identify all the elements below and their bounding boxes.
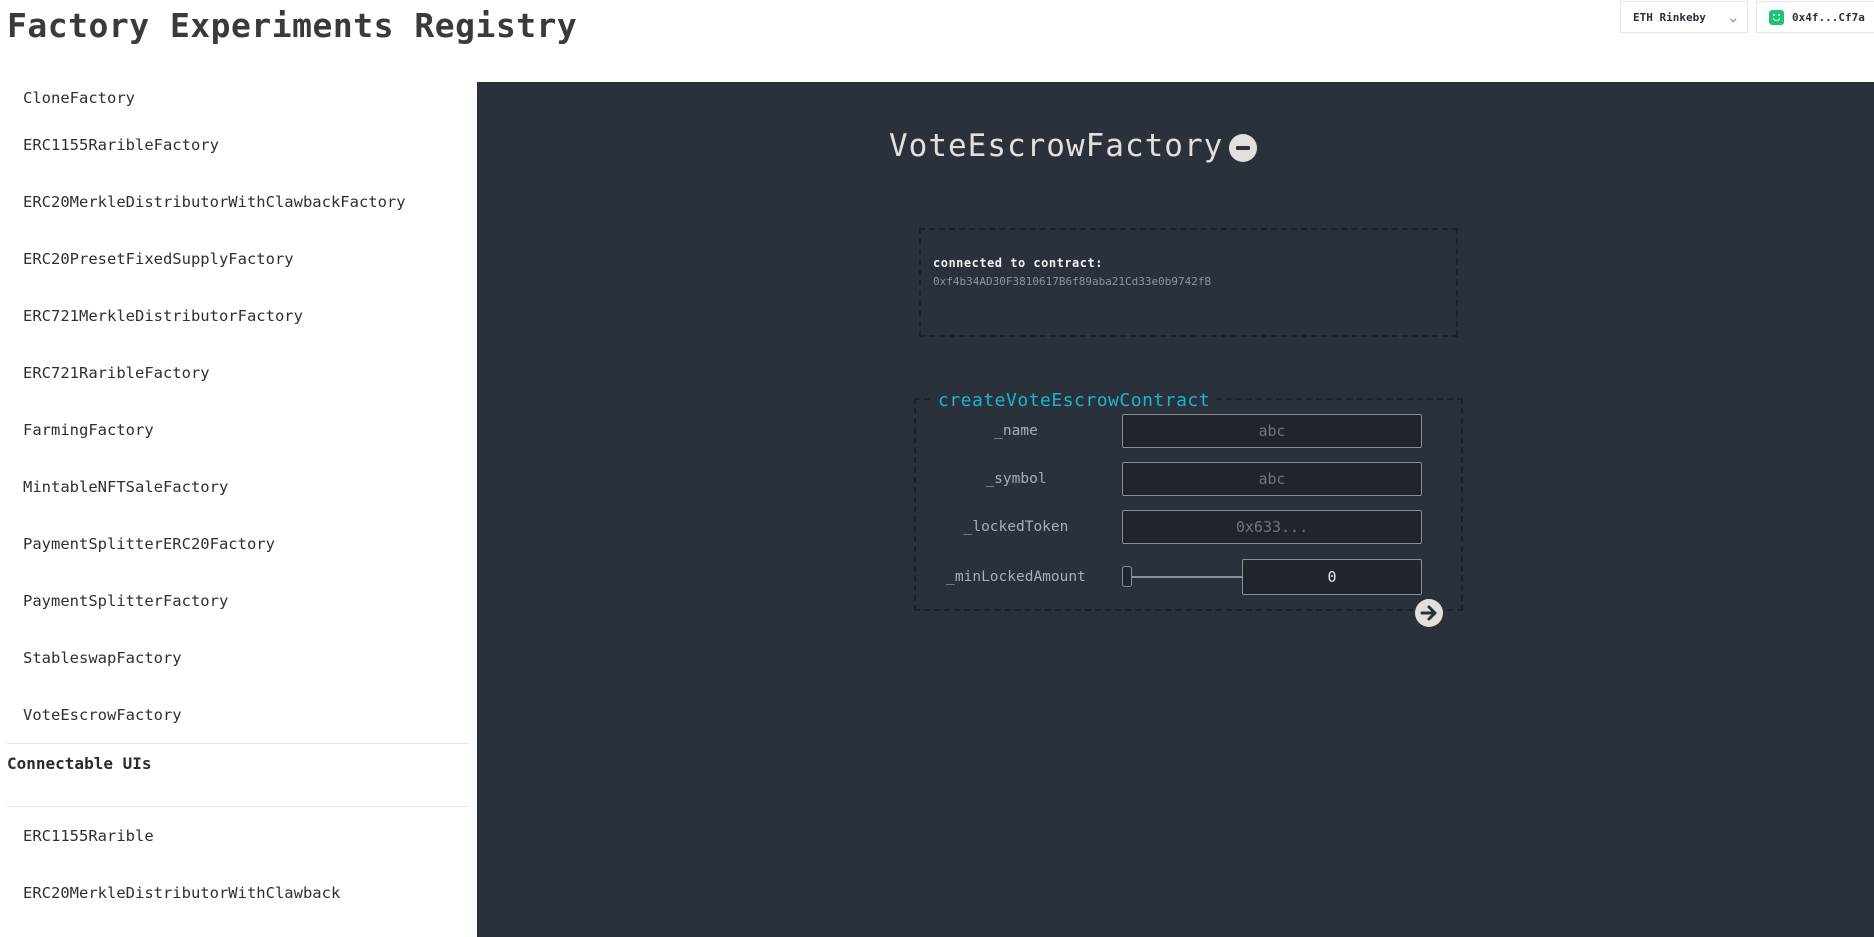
sidebar-item-payment-splitter-factory[interactable]: PaymentSplitterFactory [0, 572, 469, 629]
sidebar-edge [469, 82, 477, 937]
remove-circle-icon[interactable] [1229, 134, 1258, 162]
slider-thumb[interactable] [1122, 566, 1132, 587]
smiley-avatar-icon [1769, 9, 1784, 25]
sidebar-item-cloneFactory[interactable]: CloneFactory [0, 82, 469, 116]
account-address: 0x4f...Cf7a [1792, 10, 1865, 24]
factory-header: VoteEscrowFactory [889, 128, 1258, 164]
param-label: _minLockedAmount [946, 569, 1086, 585]
locked-token-input[interactable] [1122, 510, 1422, 544]
param-label: _lockedToken [963, 519, 1069, 535]
sidebar-item-vote-escrow-factory[interactable]: VoteEscrowFactory [0, 686, 469, 743]
name-input[interactable] [1122, 414, 1422, 448]
sidebar-item-erc1155-rarible-factory[interactable]: ERC1155RaribleFactory [0, 116, 469, 173]
connected-contract-box: connected to contract: 0xf4b34AD30F38106… [919, 228, 1458, 337]
sidebar-item-payment-splitter-erc20-factory[interactable]: PaymentSplitterERC20Factory [0, 515, 469, 572]
param-row: _name [916, 414, 1461, 448]
param-row: _lockedToken [916, 510, 1461, 544]
min-locked-amount-input[interactable] [1242, 559, 1422, 595]
network-label: ETH Rinkeby [1633, 10, 1706, 24]
sidebar-item-stableswap-factory[interactable]: StableswapFactory [0, 629, 469, 686]
sidebar-item-mintable-nft-sale-factory[interactable]: MintableNFTSaleFactory [0, 458, 469, 515]
sidebar-item-farming-factory[interactable]: FarmingFactory [0, 401, 469, 458]
function-name: createVoteEscrowContract [934, 390, 1215, 411]
function-form: createVoteEscrowContract _name _symbol _… [914, 390, 1463, 611]
param-row: _symbol [916, 462, 1461, 496]
network-select[interactable]: ETH Rinkeby ⌄ [1620, 1, 1748, 33]
app-title: Factory Experiments Registry [7, 6, 578, 45]
submit-arrow-button[interactable] [1415, 599, 1443, 627]
sidebar-item-erc20-merkle-clawback[interactable]: ERC20MerkleDistributorWithClawback [0, 864, 469, 921]
slider-track [1128, 576, 1242, 578]
sidebar-item-erc721-merkle-distributor-factory[interactable]: ERC721MerkleDistributorFactory [0, 287, 469, 344]
param-row: _minLockedAmount [916, 559, 1461, 595]
sidebar-item-erc1155-rarible[interactable]: ERC1155Rarible [0, 807, 469, 864]
contract-address: 0xf4b34AD30F3810617B6f89aba21Cd33e0b9742… [933, 275, 1212, 288]
param-label: _symbol [985, 471, 1047, 487]
symbol-input[interactable] [1122, 462, 1422, 496]
account-button[interactable]: 0x4f...Cf7a [1756, 1, 1874, 33]
sidebar-item-erc20-preset-fixed-supply-factory[interactable]: ERC20PresetFixedSupplyFactory [0, 230, 469, 287]
sidebar: CloneFactory ERC1155RaribleFactory ERC20… [0, 82, 469, 937]
connectable-uis-heading: Connectable UIs [7, 754, 152, 773]
connected-label: connected to contract: [933, 256, 1103, 270]
factory-title: VoteEscrowFactory [889, 128, 1224, 164]
header-controls: ETH Rinkeby ⌄ 0x4f...Cf7a [1620, 0, 1874, 33]
param-label: _name [994, 423, 1038, 439]
arrow-right-icon [1420, 605, 1437, 621]
chevron-down-icon: ⌄ [1729, 10, 1739, 24]
sidebar-item-erc721-rarible-factory[interactable]: ERC721RaribleFactory [0, 344, 469, 401]
sidebar-item-erc20-merkle-clawback-factory[interactable]: ERC20MerkleDistributorWithClawbackFactor… [0, 173, 469, 230]
factory-panel: VoteEscrowFactory connected to contract:… [477, 82, 1874, 937]
min-locked-amount-slider[interactable] [1122, 560, 1242, 594]
